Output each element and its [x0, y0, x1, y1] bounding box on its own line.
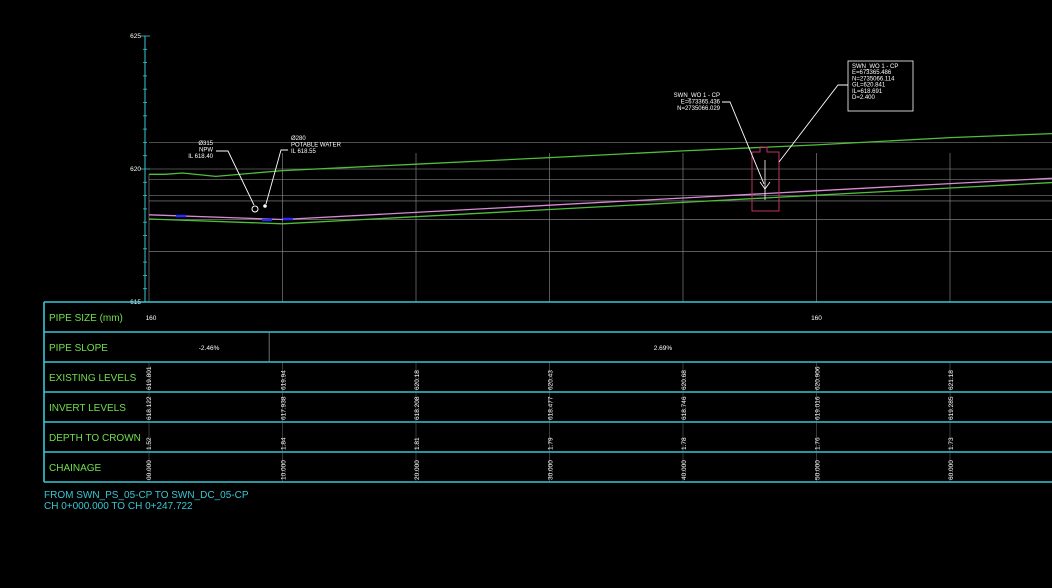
station-existing-value: 620.68 — [681, 370, 688, 390]
station-invert-value: 618.746 — [681, 396, 688, 420]
npw-label-line: IL 618.40 — [188, 154, 213, 160]
drawing-footer: FROM SWN_PS_05-CP TO SWN_DC_05-CP CH 0+0… — [44, 490, 249, 512]
axis-tick-label: 625 — [130, 33, 141, 40]
potable-label-line: IL 618.55 — [291, 149, 316, 155]
station-depth-value: 1.79 — [548, 437, 555, 450]
table-row-label: DEPTH TO CROWN — [49, 433, 141, 444]
station-chainage-value: 10.000 — [281, 460, 288, 480]
swn-wo-left-label-line: N=2735066.029 — [677, 106, 721, 112]
swn-wo-box-text-line: SWN_WO 1 - CP — [852, 64, 898, 70]
station-existing-value: 621.18 — [948, 370, 955, 390]
station-invert-value: 617.938 — [281, 396, 288, 420]
station-chainage-value: 20.000 — [414, 460, 421, 480]
elevation-axis: 625620615 — [130, 33, 150, 306]
station-depth-value: 1.84 — [281, 437, 288, 450]
station-invert-value: 618.122 — [146, 396, 153, 420]
manhole-outline — [751, 146, 780, 212]
station-chainage-value: 40.000 — [681, 460, 688, 480]
table-row-label: CHAINAGE — [49, 463, 102, 474]
station-chainage-value: 60.000 — [948, 460, 955, 480]
footer-from-to: FROM SWN_PS_05-CP TO SWN_DC_05-CP — [44, 490, 249, 501]
swn-wo-left-leader — [722, 101, 765, 185]
potable-label-line: Ø280 — [291, 136, 306, 142]
station-depth-value: 1.52 — [146, 437, 153, 450]
station-invert-value: 619.016 — [815, 396, 822, 420]
swn-wo-box-text-line: D=2.400 — [852, 95, 876, 101]
swn-wo-left-label-line: SWN_WO 1 - CP — [674, 93, 720, 99]
pipe-size-value: 160 — [146, 315, 157, 322]
potable-crossing-marker — [263, 204, 267, 208]
series-crown-line — [148, 177, 1052, 221]
swn-wo-box-text-line: IL=618.691 — [852, 89, 883, 95]
table-row-label: PIPE SLOPE — [49, 343, 108, 354]
npw-label-line: NPW — [199, 148, 213, 154]
pipe-size-value: 160 — [811, 315, 822, 322]
station-invert-value: 618.208 — [414, 396, 421, 420]
station-depth-value: 1.73 — [948, 437, 955, 450]
npw-label-line: Ø315 — [198, 141, 213, 147]
pipe-slope-value: -2.46% — [199, 345, 220, 352]
station-depth-value: 1.78 — [681, 437, 688, 450]
station-existing-value: 620.18 — [414, 370, 421, 390]
axis-tick-label: 620 — [130, 166, 141, 173]
swn-wo-box-text-line: GL=620.841 — [852, 83, 886, 89]
profile-grid — [148, 141, 1052, 302]
footer-chainage-range: CH 0+000.000 TO CH 0+247.722 — [44, 501, 193, 512]
swn-wo-left-label-line: E=673365.436 — [681, 100, 721, 106]
npw-leader — [216, 150, 255, 206]
npw-crossing-marker — [251, 205, 259, 213]
station-chainage-value: 50.000 — [815, 460, 822, 480]
station-chainage-value: 00.000 — [146, 460, 153, 480]
station-existing-value: 619.801 — [146, 366, 153, 390]
swn-wo-box-leader — [778, 84, 848, 163]
station-invert-value: 618.477 — [548, 396, 555, 420]
station-depth-value: 1.76 — [815, 437, 822, 450]
station-chainage-value: 30.000 — [548, 460, 555, 480]
potable-label-line: POTABLE WATER — [291, 143, 342, 149]
station-depth-value: 1.81 — [414, 437, 421, 450]
profile-series — [148, 132, 1052, 225]
data-table: PIPE SIZE (mm) PIPE SLOPE EXISTING LEVELS I… — [43, 301, 1052, 483]
pipe-slope-value: 2.69% — [654, 345, 673, 352]
station-existing-value: 620.906 — [815, 366, 822, 390]
station-existing-value: 619.94 — [281, 370, 288, 390]
series-existing-line — [149, 132, 1052, 178]
swn-wo-box-text-line: N=2735066.114 — [852, 76, 895, 82]
profile-annotations: Ø315NPWIL 618.40 Ø280POTABLE WATERIL 618.… — [188, 60, 914, 206]
table-row-label: EXISTING LEVELS — [49, 373, 137, 384]
station-invert-value: 619.285 — [948, 396, 955, 420]
table-row-label: INVERT LEVELS — [49, 403, 126, 414]
swn-wo-box-text-line: E=673365.486 — [852, 70, 892, 76]
table-row-label: PIPE SIZE (mm) — [49, 313, 123, 324]
station-existing-value: 620.43 — [548, 370, 555, 390]
